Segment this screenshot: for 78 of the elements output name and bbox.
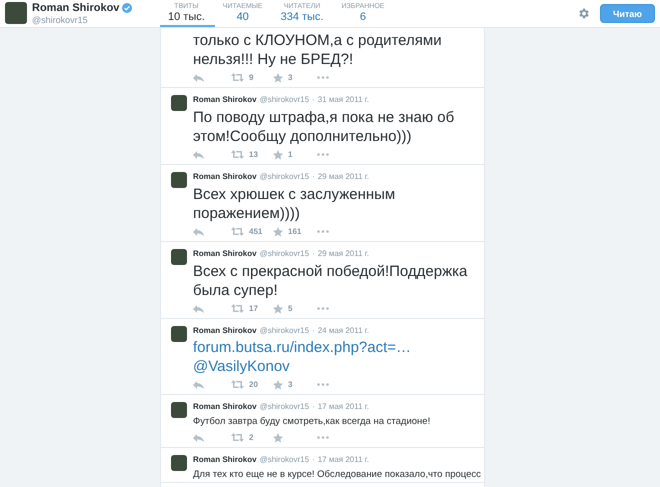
reply-icon[interactable] (193, 304, 204, 312)
reply-icon[interactable] (193, 380, 204, 388)
star-icon[interactable] (273, 380, 283, 390)
star-icon[interactable] (273, 304, 283, 314)
retweet-icon[interactable] (231, 380, 244, 389)
favorite-count: 3 (288, 73, 292, 82)
tweet-handle: @shirokovr15 (260, 326, 310, 335)
separator-dot: · (312, 455, 315, 464)
favorite-count: 3 (288, 380, 292, 389)
avatar-photo-placeholder (171, 95, 187, 111)
retweet-count: 13 (249, 150, 258, 159)
profile-handle: @shirokovr15 (32, 15, 89, 25)
reply-icon[interactable] (193, 434, 204, 442)
tweet-handle: @shirokovr15 (260, 249, 310, 258)
tweet-link[interactable]: forum.butsa.ru/index.php?act=… (193, 338, 474, 357)
star-icon[interactable] (273, 72, 283, 82)
retweet-count: 20 (249, 380, 258, 389)
favorite-count: 161 (288, 227, 302, 236)
tweet-date: 24 мая 2011 г. (318, 326, 369, 335)
favorite-count: 5 (288, 304, 292, 313)
tweet-handle: @shirokovr15 (260, 95, 310, 104)
follow-button[interactable]: Читаю (600, 4, 655, 23)
tweet-handle: @shirokovr15 (260, 402, 310, 411)
settings-icon[interactable] (577, 7, 590, 20)
tweet-text: Для тех кто еще не в курсе! Обследование показало,что процесс (193, 468, 481, 482)
avatar-photo-placeholder (5, 2, 27, 24)
tweet-handle: @shirokovr15 (260, 172, 310, 181)
retweet-icon[interactable] (231, 433, 244, 442)
more-icon[interactable] (317, 153, 329, 156)
avatar-photo-placeholder (171, 402, 187, 418)
separator-dot: · (312, 172, 315, 181)
separator-dot: · (312, 249, 315, 258)
retweet-icon[interactable] (231, 227, 244, 236)
star-icon[interactable] (273, 432, 283, 442)
more-icon[interactable] (317, 76, 329, 79)
tweet-text: Всех хрюшек с заслуженным поражением)))) (193, 185, 396, 223)
tweet-date: 29 мая 2011 г. (318, 172, 369, 181)
favorite-count: 1 (288, 150, 292, 159)
star-icon[interactable] (273, 150, 283, 160)
star-icon[interactable] (273, 226, 283, 236)
retweet-icon[interactable] (231, 150, 244, 159)
tweet-text: По поводу штрафа,я пока не знаю об этом!Сообщу дополнительно))) (193, 108, 456, 146)
avatar-photo-placeholder (171, 455, 187, 471)
more-icon[interactable] (317, 383, 329, 386)
retweet-icon[interactable] (231, 304, 244, 313)
profile-name: Roman Shirokov (32, 2, 132, 14)
tweet-date: 17 мая 2011 г. (318, 402, 369, 411)
tweet-link[interactable]: @VasilyKonov (193, 357, 474, 376)
tweet-date: 31 мая 2011 г. (318, 95, 369, 104)
tweet-author: Roman Shirokov (193, 95, 257, 104)
tweet-handle: @shirokovr15 (260, 455, 310, 464)
tweet-author: Roman Shirokov (193, 326, 257, 335)
retweet-count: 451 (249, 227, 262, 236)
more-icon[interactable] (317, 307, 329, 310)
tweet-author: Roman Shirokov (193, 172, 257, 181)
retweet-count: 9 (249, 73, 254, 82)
separator-dot: · (312, 95, 315, 104)
avatar-photo-placeholder (171, 249, 187, 265)
tweet-text: только с КЛОУНОМ,а с родителями нельзя!!! Ну не БРЕД?! (193, 31, 443, 69)
tweet-text: Футбол завтра буду смотреть,как всегда на стадионе! (193, 415, 432, 429)
more-icon[interactable] (317, 230, 329, 233)
retweet-count: 17 (249, 304, 258, 313)
reply-icon[interactable] (193, 74, 204, 82)
avatar-photo-placeholder (171, 326, 187, 342)
retweet-count: 2 (249, 433, 254, 442)
separator-dot: · (312, 402, 315, 411)
tweet-text: Всех с прекрасной победой!Поддержка была супер! (193, 262, 468, 300)
separator-dot: · (312, 326, 315, 335)
tweet-author: Roman Shirokov (193, 402, 257, 411)
tweet-author: Roman Shirokov (193, 455, 257, 464)
reply-icon[interactable] (193, 150, 204, 158)
more-icon[interactable] (317, 436, 329, 439)
avatar-photo-placeholder (171, 172, 187, 188)
retweet-icon[interactable] (231, 73, 244, 82)
tweet-author: Roman Shirokov (193, 249, 257, 258)
reply-icon[interactable] (193, 228, 204, 236)
tweet-date: 29 мая 2011 г. (318, 249, 369, 258)
tweet-date: 17 мая 2011 г. (318, 455, 369, 464)
